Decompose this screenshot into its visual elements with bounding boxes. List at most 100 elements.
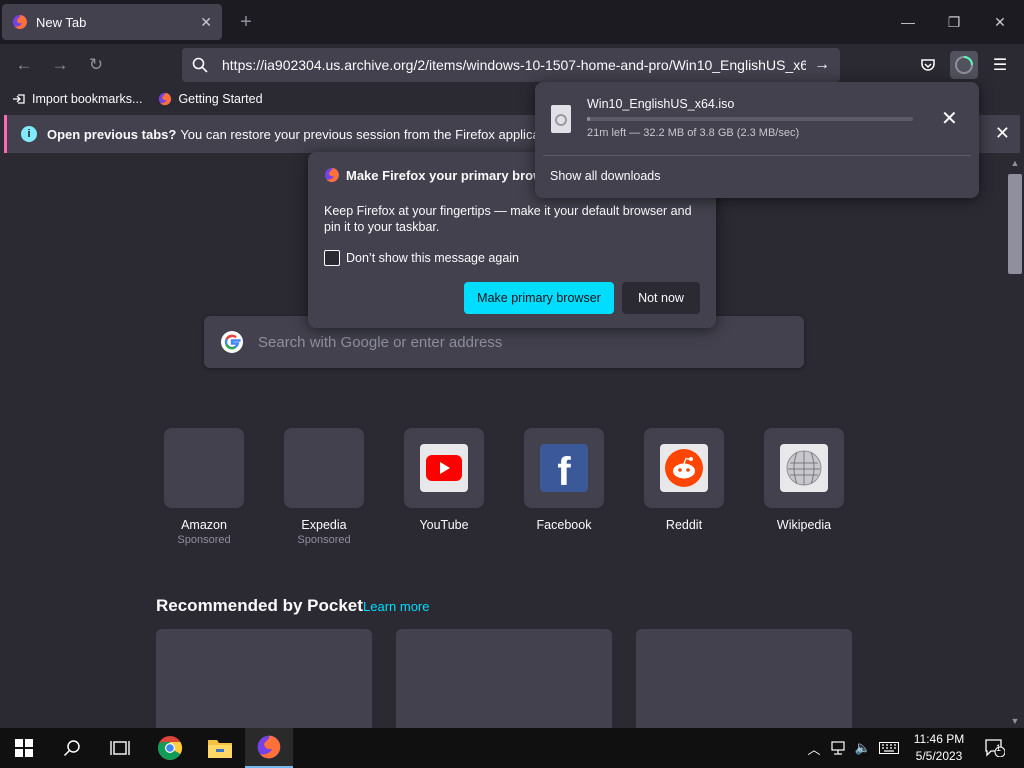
url-text[interactable]: https://ia902304.us.archive.org/2/items/… xyxy=(222,57,806,73)
show-hidden-icons-icon[interactable]: ︿ xyxy=(804,728,824,768)
top-site-facebook[interactable]: f Facebook xyxy=(524,428,604,532)
make-primary-browser-button[interactable]: Make primary browser xyxy=(464,282,614,314)
sponsored-label: Sponsored xyxy=(297,534,351,546)
system-clock[interactable]: 11:46 PM 5/5/2023 xyxy=(902,731,976,765)
not-now-button[interactable]: Not now xyxy=(622,282,700,314)
notification-bold-text: Open previous tabs? xyxy=(47,126,177,142)
search-placeholder: Search with Google or enter address xyxy=(258,333,503,351)
youtube-icon xyxy=(420,444,468,492)
search-taskbar-button[interactable] xyxy=(48,728,96,768)
wikipedia-icon xyxy=(780,444,828,492)
downloads-progress-icon[interactable] xyxy=(950,51,978,79)
tile-thumbnail xyxy=(164,428,244,508)
info-icon: i xyxy=(21,126,37,142)
back-button[interactable]: ← xyxy=(10,51,38,79)
top-site-label: Facebook xyxy=(536,518,592,532)
notification-count: 1 xyxy=(996,743,1002,753)
windows-logo-icon xyxy=(15,739,33,757)
volume-icon[interactable]: 🔈 xyxy=(852,728,874,768)
download-progress-fill xyxy=(587,117,591,121)
tile-thumbnail: f xyxy=(524,428,604,508)
task-view-icon xyxy=(110,741,130,755)
firefox-taskbar-button[interactable] xyxy=(245,728,293,768)
download-progress-bar xyxy=(587,117,913,121)
close-window-button[interactable]: ✕ xyxy=(980,8,1020,36)
firefox-icon xyxy=(13,15,27,29)
folder-icon xyxy=(208,740,232,758)
close-tab-icon[interactable]: ✕ xyxy=(200,14,212,31)
menu-icon[interactable]: ☰ xyxy=(986,51,1014,79)
pocket-learn-more-link[interactable]: Learn more xyxy=(363,599,429,614)
download-status: 21m left — 32.2 MB of 3.8 GB (2.3 MB/sec… xyxy=(587,127,800,139)
windows-taskbar: ︿ 🔈 11:46 PM 5/5/2023 1 xyxy=(0,728,1024,768)
import-icon xyxy=(13,94,25,104)
keyboard-icon[interactable] xyxy=(876,728,902,768)
search-icon xyxy=(63,740,80,757)
dont-show-again-label[interactable]: Don’t show this message again xyxy=(346,251,519,265)
tab-strip: New Tab ✕ + — ❐ ✕ xyxy=(0,0,1024,44)
tab-new-tab[interactable]: New Tab ✕ xyxy=(2,4,222,40)
file-explorer-button[interactable] xyxy=(196,728,244,768)
scrollbar-thumb[interactable] xyxy=(1008,174,1022,274)
search-icon xyxy=(192,57,208,73)
bookmark-import-label: Import bookmarks... xyxy=(32,92,143,106)
pocket-card[interactable] xyxy=(396,629,612,729)
facebook-icon: f xyxy=(540,444,588,494)
restore-button[interactable]: ❐ xyxy=(934,8,974,36)
top-site-amazon[interactable]: Amazon Sponsored xyxy=(164,428,244,546)
pocket-section-title: Recommended by Pocket xyxy=(156,596,363,615)
pocket-card[interactable] xyxy=(636,629,852,729)
top-site-label: Expedia xyxy=(301,518,347,532)
top-site-youtube[interactable]: YouTube xyxy=(404,428,484,532)
top-site-reddit[interactable]: Reddit xyxy=(644,428,724,532)
pocket-card[interactable] xyxy=(156,629,372,729)
tile-thumbnail xyxy=(764,428,844,508)
top-site-label: Amazon xyxy=(181,518,227,532)
task-view-button[interactable] xyxy=(96,728,144,768)
pocket-icon[interactable] xyxy=(914,51,942,79)
top-site-expedia[interactable]: Expedia Sponsored xyxy=(284,428,364,546)
bookmark-getting-started[interactable]: Getting Started xyxy=(158,92,263,106)
go-arrow-icon[interactable]: → xyxy=(814,56,830,74)
reload-button[interactable]: ↻ xyxy=(82,51,110,79)
clock-time: 11:46 PM xyxy=(913,732,965,746)
top-site-label: Reddit xyxy=(665,518,703,532)
tile-thumbnail xyxy=(284,428,364,508)
page-scrollbar[interactable]: ▲ ▼ xyxy=(1006,156,1024,728)
divider xyxy=(543,155,971,156)
top-site-wikipedia[interactable]: Wikipedia xyxy=(764,428,844,532)
close-notification-icon[interactable]: ✕ xyxy=(995,123,1010,144)
disc-image-file-icon xyxy=(551,105,571,133)
action-center-icon[interactable]: 1 xyxy=(980,728,1010,768)
firefox-icon xyxy=(159,92,172,106)
download-filename[interactable]: Win10_EnglishUS_x64.iso xyxy=(587,97,734,111)
dont-show-again-checkbox[interactable] xyxy=(324,250,340,266)
panel-body: Keep Firefox at your fingertips — make i… xyxy=(324,204,692,234)
chrome-icon xyxy=(158,736,183,760)
sponsored-label: Sponsored xyxy=(177,534,231,546)
new-tab-button[interactable]: + xyxy=(234,8,258,36)
tile-thumbnail xyxy=(404,428,484,508)
start-button[interactable] xyxy=(0,728,48,768)
dont-show-again-row[interactable]: Don’t show this message again xyxy=(324,250,519,266)
clock-date: 5/5/2023 xyxy=(915,749,963,763)
nav-bar: ← → ↻ https://ia902304.us.archive.org/2/… xyxy=(0,44,1024,86)
minimize-button[interactable]: — xyxy=(888,8,928,36)
bookmark-import[interactable]: Import bookmarks... xyxy=(12,92,142,106)
scroll-down-arrow-icon[interactable]: ▼ xyxy=(1006,716,1024,726)
firefox-icon xyxy=(257,735,281,759)
downloads-panel: Win10_EnglishUS_x64.iso 21m left — 32.2 … xyxy=(535,82,979,198)
scroll-up-arrow-icon[interactable]: ▲ xyxy=(1006,158,1024,168)
firefox-icon xyxy=(325,168,339,182)
top-site-label: Wikipedia xyxy=(776,518,832,532)
network-icon[interactable] xyxy=(828,728,850,768)
reddit-icon xyxy=(660,444,708,492)
url-bar[interactable]: https://ia902304.us.archive.org/2/items/… xyxy=(182,48,840,82)
top-site-label: YouTube xyxy=(419,518,469,532)
tile-thumbnail xyxy=(644,428,724,508)
chrome-taskbar-button[interactable] xyxy=(146,728,194,768)
forward-button[interactable]: → xyxy=(46,51,74,79)
google-icon xyxy=(221,331,243,353)
cancel-download-icon[interactable]: ✕ xyxy=(941,109,958,129)
show-all-downloads-link[interactable]: Show all downloads xyxy=(550,169,661,183)
